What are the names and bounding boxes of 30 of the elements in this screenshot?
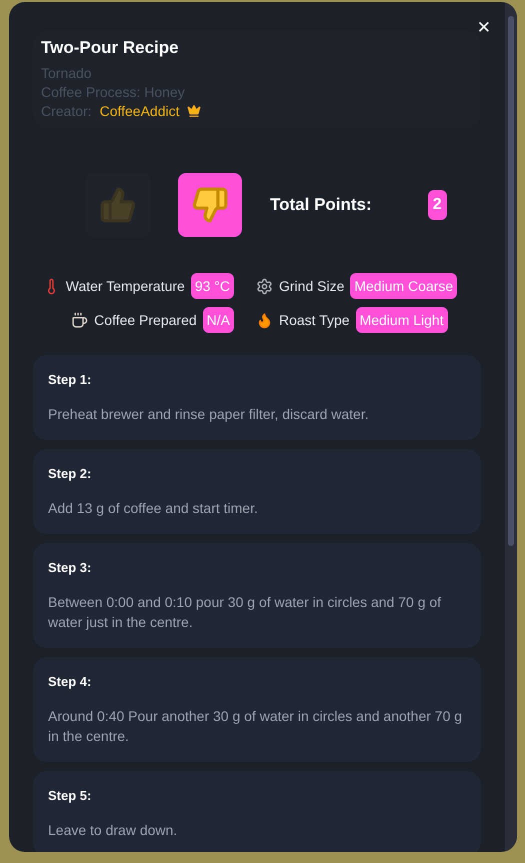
parameter-label: Roast Type: [279, 312, 350, 328]
parameter-label: Coffee Prepared: [94, 312, 197, 328]
parameter-value: Medium Coarse: [350, 273, 458, 299]
crown-icon: [187, 104, 202, 118]
flame-icon: [256, 312, 273, 328]
recipe-title: Two-Pour Recipe: [41, 38, 180, 58]
step-title: Step 5:: [48, 788, 92, 803]
step-title: Step 1:: [48, 372, 92, 387]
total-points-value: 2: [428, 190, 447, 220]
creator-name: CoffeeAddict: [100, 103, 180, 119]
step-text: Around 0:40 Pour another 30 g of water in circles and another 70 g in the centre.: [48, 707, 464, 746]
coffee-cup-icon: [71, 312, 88, 328]
step-title: Step 2:: [48, 466, 92, 481]
parameter-label: Water Temperature: [66, 278, 185, 294]
step-title: Step 3:: [48, 560, 92, 575]
parameter-value: 93 °C: [190, 273, 234, 299]
parameter-value: N/A: [202, 307, 234, 333]
thumbs-down-button[interactable]: [178, 173, 242, 237]
thumbs-down-icon: [191, 186, 229, 224]
close-button[interactable]: ✕: [474, 16, 493, 40]
step-text: Preheat brewer and rinse paper filter, discard water.: [48, 405, 370, 424]
gear-icon: [256, 278, 273, 294]
thumbs-up-icon: [99, 186, 137, 224]
parameter-value: Medium Light: [356, 307, 448, 333]
parameter-label: Grind Size: [279, 278, 344, 294]
step-text: Between 0:00 and 0:10 pour 30 g of water in circles and 70 g of water just in the centre.: [48, 593, 442, 632]
step-title: Step 4:: [48, 674, 92, 689]
step-text: Leave to draw down.: [48, 821, 178, 840]
step-text: Add 13 g of coffee and start timer.: [48, 499, 259, 518]
total-points-label: Total Points:: [270, 195, 372, 215]
